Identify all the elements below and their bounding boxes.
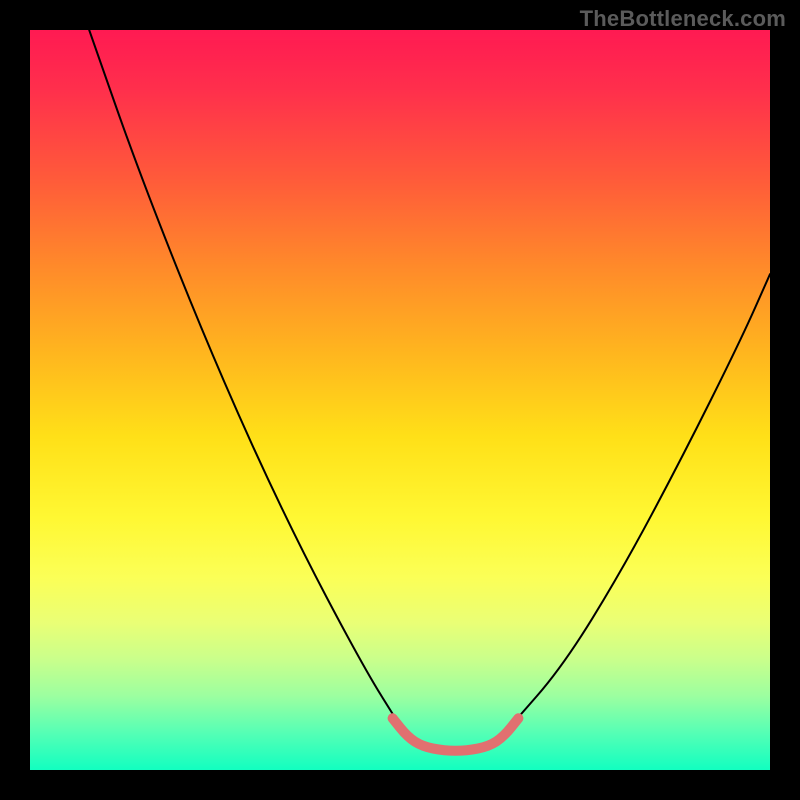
series-bottleneck-curve-right [511,274,770,725]
watermark-text: TheBottleneck.com [580,6,786,32]
chart-frame: TheBottleneck.com [0,0,800,800]
plot-area [30,30,770,770]
series-bottleneck-curve-left [89,30,400,726]
series-trough-highlight [393,718,519,751]
curve-canvas [30,30,770,770]
